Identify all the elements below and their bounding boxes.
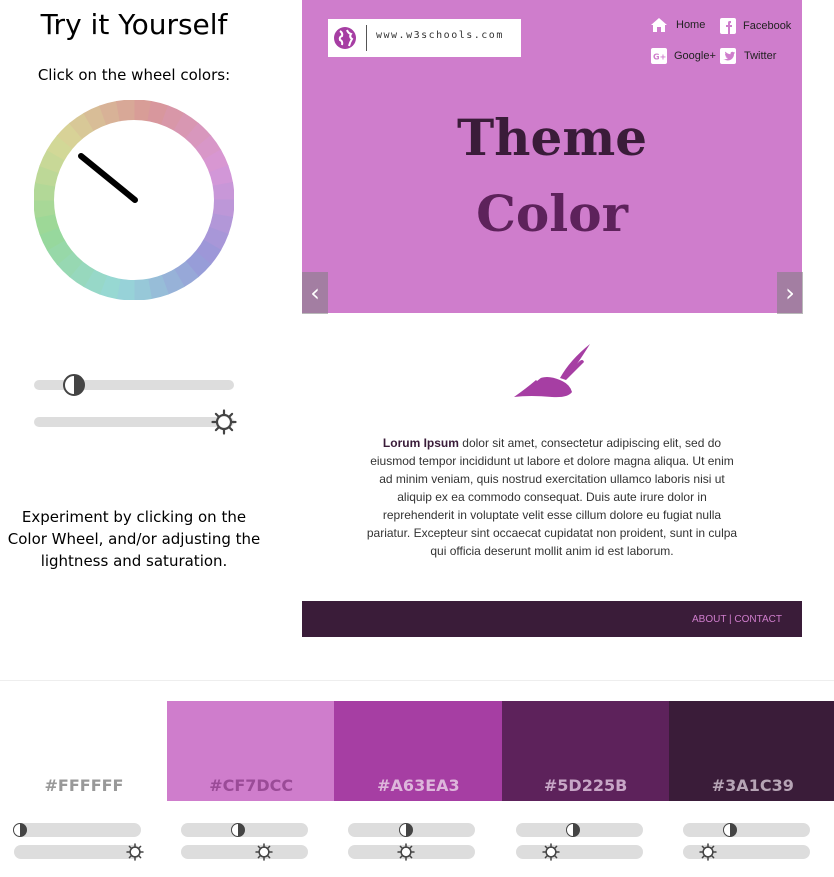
twitter-icon	[720, 48, 736, 64]
swatch-lightness-handle[interactable]	[398, 823, 413, 837]
home-icon	[651, 18, 667, 32]
nav-facebook[interactable]: Facebook	[720, 18, 791, 34]
facebook-icon	[720, 18, 736, 34]
swatch-saturation-handle[interactable]	[396, 843, 415, 861]
color-swatch[interactable]: #3A1C39	[668, 701, 834, 801]
wheel-segment[interactable]	[212, 182, 234, 201]
swatch-hex-label: #5D225B	[543, 776, 628, 795]
nav-google-plus-label: Google+	[674, 50, 716, 62]
swatch-lightness-slider[interactable]	[14, 823, 141, 837]
wheel-instruction: Click on the wheel colors:	[37, 66, 231, 84]
swatch-saturation-handle[interactable]	[699, 843, 717, 861]
swatch-hex-label: #3A1C39	[711, 776, 794, 795]
wheel-segment[interactable]	[34, 199, 56, 218]
lorem-bold: Lorum Ipsum	[382, 436, 459, 450]
swatch-lightness-handle[interactable]	[722, 823, 737, 837]
color-swatch[interactable]: #5D225B	[501, 701, 670, 801]
swatch-saturation-slider[interactable]	[181, 845, 309, 859]
globe-icon	[334, 27, 356, 49]
swatch-hex-label: #FFFFFF	[44, 776, 124, 795]
wheel-segment[interactable]	[133, 278, 152, 300]
experiment-text: Experiment by clicking on the Color Whee…	[7, 508, 261, 570]
color-swatch[interactable]: #FFFFFF	[0, 701, 168, 801]
color-swatch[interactable]: #A63EA3	[334, 701, 503, 801]
color-wheel[interactable]	[34, 100, 234, 300]
nav-home[interactable]: Home	[651, 18, 705, 32]
swatch-saturation-slider[interactable]	[515, 845, 643, 859]
section-divider	[0, 680, 834, 681]
hero-title-line1: Theme	[456, 108, 648, 167]
google-plus-icon: G+	[651, 48, 667, 64]
lorem-body: dolor sit amet, consectetur adipiscing e…	[366, 436, 738, 558]
lorem-paragraph: Lorum Ipsum dolor sit amet, consectetur …	[362, 434, 742, 560]
logo-text: www.w3schools.com	[376, 30, 504, 41]
saturation-slider[interactable]	[34, 417, 234, 427]
swatch-saturation-slider[interactable]	[14, 845, 141, 859]
swatch-lightness-slider[interactable]	[682, 823, 810, 837]
swatch-saturation-handle[interactable]	[125, 843, 144, 861]
swatch-hex-label: #CF7DCC	[209, 776, 294, 795]
nav-home-label: Home	[676, 19, 706, 31]
page-title: Try it Yourself	[40, 8, 228, 41]
swatch-lightness-handle[interactable]	[565, 823, 580, 837]
swatch-hex-label: #A63EA3	[377, 776, 460, 795]
nav-twitter[interactable]: Twitter	[720, 48, 776, 64]
footer-links[interactable]: ABOUT | CONTACT	[692, 614, 782, 625]
nav-google-plus[interactable]: G+ Google+	[651, 48, 716, 64]
saturation-slider-handle[interactable]	[211, 409, 237, 435]
prev-slide-button[interactable]: ‹	[302, 272, 328, 314]
swatch-saturation-handle[interactable]	[255, 843, 273, 861]
svg-text:G+: G+	[653, 53, 666, 62]
color-swatch[interactable]: #CF7DCC	[167, 701, 336, 801]
lightness-slider-handle[interactable]	[63, 374, 85, 396]
nav-twitter-label: Twitter	[744, 50, 777, 62]
next-slide-button[interactable]: ›	[777, 272, 803, 314]
wheel-segment[interactable]	[116, 100, 135, 122]
swatch-saturation-handle[interactable]	[542, 843, 560, 861]
feathered-hat-icon	[514, 344, 590, 398]
nav-facebook-label: Facebook	[743, 20, 792, 32]
hero-title-line2: Color	[476, 184, 628, 243]
